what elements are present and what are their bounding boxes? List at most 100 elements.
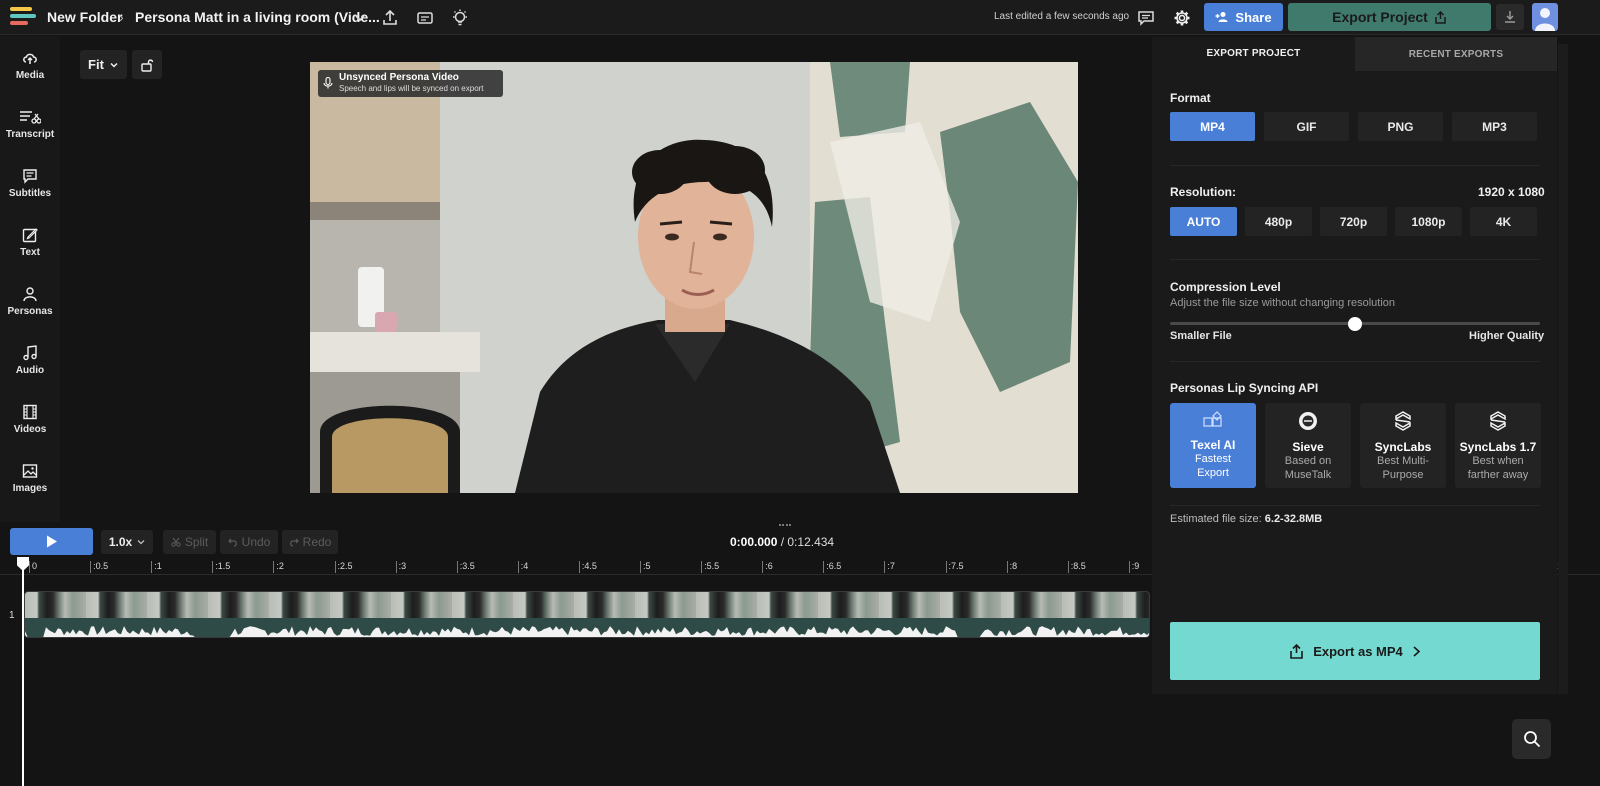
- ruler-tick: :7: [884, 561, 895, 573]
- sidebar-item-media[interactable]: Media: [0, 50, 60, 100]
- ruler-tick: :5: [640, 561, 651, 573]
- resolution-1080p[interactable]: 1080p: [1395, 207, 1462, 236]
- clip-thumbnails: [25, 592, 1149, 618]
- tab-export-project[interactable]: EXPORT PROJECT: [1152, 37, 1355, 71]
- file-size-value: 6.2-32.8MB: [1264, 513, 1323, 525]
- split-button[interactable]: Split: [163, 530, 216, 554]
- ruler-tick: :2.5: [334, 561, 353, 573]
- playback-speed-dropdown[interactable]: 1.0x: [101, 530, 153, 554]
- play-button[interactable]: [10, 528, 93, 555]
- sidebar-item-label: Subtitles: [8, 188, 52, 199]
- playhead[interactable]: [22, 559, 24, 786]
- ruler-tick: :0.5: [90, 561, 108, 573]
- ruler-tick: :6.5: [823, 561, 841, 573]
- aspect-lock-button[interactable]: [132, 50, 162, 79]
- transcript-icon: [20, 111, 41, 124]
- play-icon: [46, 535, 57, 548]
- sidebar-item-label: Media: [15, 70, 45, 81]
- video-preview[interactable]: [310, 62, 1078, 493]
- api-desc: Based on: [1284, 455, 1332, 467]
- resolution-label: Resolution:: [1170, 185, 1236, 199]
- last-edited-status: Last edited a few seconds ago: [994, 11, 1130, 22]
- lightbulb-icon[interactable]: [450, 8, 470, 28]
- ruler-tick: :4.5: [578, 561, 597, 573]
- format-png[interactable]: PNG: [1358, 112, 1443, 141]
- total-time: / 0:12.434: [780, 535, 835, 549]
- unlock-icon: [141, 58, 154, 72]
- avatar[interactable]: [1532, 3, 1558, 31]
- music-note-icon: [23, 345, 37, 361]
- ruler-tick: :7.5: [945, 561, 964, 573]
- ruler-tick: :3: [395, 561, 406, 573]
- sidebar-item-label: Images: [12, 483, 48, 494]
- search-button[interactable]: [1512, 719, 1551, 759]
- ruler-tick: :5.5: [701, 561, 719, 573]
- sidebar-item-personas[interactable]: Personas: [0, 286, 60, 336]
- export-project-button[interactable]: Export Project: [1288, 3, 1491, 31]
- ruler-tick: :4: [517, 561, 528, 573]
- chevron-down-icon[interactable]: [352, 10, 368, 26]
- share-button[interactable]: Share: [1204, 3, 1283, 31]
- divider: [1170, 165, 1540, 166]
- export-icon: [1435, 10, 1446, 24]
- ruler-tick: :2: [273, 561, 284, 573]
- format-mp4[interactable]: MP4: [1170, 112, 1255, 141]
- api-name: Texel AI: [1190, 438, 1236, 452]
- timecode: 0:00.000 / 0:12.434: [730, 535, 834, 549]
- download-button[interactable]: [1496, 4, 1524, 30]
- redo-button[interactable]: Redo: [282, 530, 338, 554]
- unsynced-persona-banner: Unsynced Persona Video Speech and lips w…: [318, 70, 503, 97]
- sidebar-item-videos[interactable]: Videos: [0, 404, 60, 454]
- ruler-tick: :6: [762, 561, 773, 573]
- undo-button[interactable]: Undo: [220, 530, 278, 554]
- tab-recent-exports[interactable]: RECENT EXPORTS: [1355, 37, 1557, 71]
- export-as-mp4-label: Export as MP4: [1313, 643, 1403, 659]
- upload-icon[interactable]: [380, 8, 400, 28]
- search-icon: [1523, 731, 1540, 748]
- api-desc: Best Multi-: [1377, 455, 1429, 467]
- api-desc: Purpose: [1382, 469, 1424, 481]
- breadcrumb-folder[interactable]: New Folder: [47, 9, 122, 25]
- user-avatar-icon: [1535, 8, 1555, 31]
- synclabs-icon: [1395, 411, 1411, 431]
- resolution-value: 1920 x 1080: [1478, 185, 1545, 199]
- export-panel-scrollbar[interactable]: [1558, 44, 1568, 694]
- sidebar-item-text[interactable]: Text: [0, 227, 60, 277]
- sidebar-item-subtitles[interactable]: Subtitles: [0, 168, 60, 218]
- format-mp3[interactable]: MP3: [1452, 112, 1537, 141]
- resolution-480p[interactable]: 480p: [1245, 207, 1312, 236]
- export-as-mp4-button[interactable]: Export as MP4: [1170, 622, 1540, 680]
- project-title[interactable]: Persona Matt in a living room (Vide...: [135, 9, 380, 25]
- sidebar-item-audio[interactable]: Audio: [0, 345, 60, 395]
- current-time: 0:00.000: [730, 535, 778, 549]
- resolution-720p[interactable]: 720p: [1320, 207, 1387, 236]
- resolution-auto[interactable]: AUTO: [1170, 207, 1237, 236]
- zoom-fit-dropdown[interactable]: Fit: [80, 50, 127, 79]
- api-option-sieve[interactable]: Sieve Based on MuseTalk: [1265, 403, 1351, 488]
- comment-icon[interactable]: [1136, 8, 1156, 28]
- format-gif[interactable]: GIF: [1264, 112, 1349, 141]
- api-option-synclabs[interactable]: SyncLabs Best Multi- Purpose: [1360, 403, 1446, 488]
- persona-video-frame: [310, 62, 1078, 493]
- unsynced-title: Unsynced Persona Video: [339, 72, 459, 83]
- synclabs-icon: [1490, 411, 1506, 431]
- app-logo[interactable]: [10, 7, 38, 29]
- ruler-tick: :1: [151, 561, 162, 573]
- lipsync-label: Personas Lip Syncing API: [1170, 381, 1319, 395]
- sidebar-item-label: Text: [20, 247, 40, 258]
- compression-description: Adjust the file size without changing re…: [1170, 297, 1396, 309]
- image-icon: [22, 464, 38, 478]
- gear-icon[interactable]: [1172, 8, 1192, 28]
- api-option-synclabs-1-7[interactable]: SyncLabs 1.7 Best when farther away: [1455, 403, 1541, 488]
- sidebar-item-transcript[interactable]: Transcript: [0, 109, 60, 159]
- captions-icon[interactable]: [415, 8, 435, 28]
- video-clip-track[interactable]: [24, 591, 1150, 638]
- compression-slider-knob[interactable]: [1348, 317, 1362, 331]
- sidebar-item-images[interactable]: Images: [0, 463, 60, 513]
- api-desc: Fastest: [1194, 453, 1232, 465]
- chevron-down-icon: [137, 540, 145, 545]
- resolution-4k[interactable]: 4K: [1470, 207, 1537, 236]
- api-option-texel-ai[interactable]: Texel AI Fastest Export: [1170, 403, 1256, 488]
- api-name: Sieve: [1292, 440, 1324, 454]
- divider: [1170, 361, 1540, 362]
